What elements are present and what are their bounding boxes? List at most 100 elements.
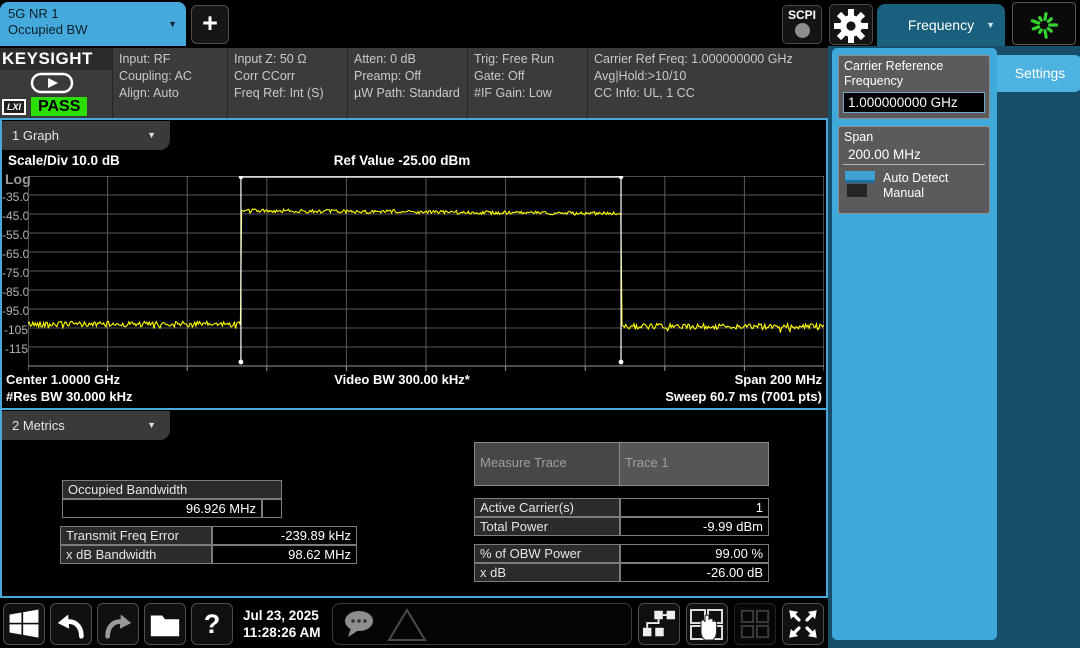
- y-tick-label: -45.0: [2, 209, 28, 223]
- span-annotation: Span 200 MHz: [735, 372, 822, 387]
- fullscreen-button[interactable]: [782, 603, 824, 645]
- help-button[interactable]: ?: [191, 603, 233, 645]
- file-explorer-button[interactable]: [144, 603, 186, 645]
- datetime-display[interactable]: Jul 23, 2025 11:28:26 AM: [243, 607, 321, 641]
- carrier-ref-freq-control[interactable]: Carrier Reference Frequency 1.000000000 …: [838, 55, 990, 119]
- ref-value-annotation: Ref Value -25.00 dBm: [252, 153, 552, 168]
- chat-bubble-icon: [339, 606, 383, 644]
- status-line: Preamp: Off: [354, 68, 467, 85]
- span-value-input[interactable]: 200.00 MHz: [839, 146, 989, 164]
- status-column-atten: Atten: 0 dB Preamp: Off µW Path: Standar…: [347, 48, 467, 118]
- status-line: Input Z: 50 Ω: [234, 51, 347, 68]
- lxi-badge: LXI: [2, 99, 26, 115]
- status-column-trigger: Trig: Free Run Gate: Off #IF Gain: Low: [467, 48, 587, 118]
- status-header: KEYSIGHT LXI PASS Input: RF Coupling: AC…: [0, 48, 828, 118]
- system-settings-button[interactable]: [829, 4, 873, 45]
- status-line: Gate: Off: [474, 68, 587, 85]
- obw-value: 96.926 MHz: [62, 499, 262, 518]
- block-diagram-button[interactable]: [638, 603, 680, 645]
- message-area[interactable]: [332, 603, 632, 645]
- status-line: Atten: 0 dB: [354, 51, 467, 68]
- status-line: Carrier Ref Freq: 1.000000000 GHz: [594, 51, 828, 68]
- toggle-option-manual[interactable]: Manual: [883, 186, 948, 201]
- measurement-mode: 5G NR 1: [8, 6, 178, 22]
- grid-icon: [737, 607, 773, 641]
- graph-window-selector[interactable]: 1 Graph ▼: [2, 121, 170, 150]
- metrics-window-title: 2 Metrics: [12, 418, 65, 433]
- y-tick-label: -55.0: [2, 228, 28, 242]
- frequency-menu-tab[interactable]: Frequency ▼: [877, 4, 1005, 46]
- measurement-busy-button[interactable]: [1012, 2, 1076, 45]
- carrier-ref-freq-input[interactable]: 1.000000000 GHz: [843, 92, 985, 113]
- status-line: Freq Ref: Int (S): [234, 85, 347, 102]
- folder-icon: [147, 607, 183, 641]
- span-input-underline: [843, 164, 985, 165]
- obw-power-pct-label: % of OBW Power: [474, 544, 620, 563]
- sweep-annotation: Sweep 60.7 ms (7001 pts): [665, 389, 822, 404]
- xdb-label: x dB: [474, 563, 620, 582]
- spectrum-plot[interactable]: [28, 176, 824, 372]
- time-text: 11:28:26 AM: [243, 625, 321, 640]
- video-bw-annotation: Video BW 300.00 kHz*: [252, 372, 552, 387]
- right-menu-sidebar: Carrier Reference Frequency 1.000000000 …: [828, 46, 1080, 648]
- windows-logo-icon: [6, 607, 42, 641]
- status-line: Input: RF: [119, 51, 227, 68]
- date-text: Jul 23, 2025: [243, 608, 319, 623]
- span-mode-toggle[interactable]: Auto Detect Manual: [845, 171, 985, 201]
- metrics-window-selector[interactable]: 2 Metrics ▼: [2, 411, 170, 440]
- undo-icon: [53, 607, 89, 641]
- undo-button[interactable]: [50, 603, 92, 645]
- add-measurement-button[interactable]: +: [191, 5, 229, 44]
- res-bw-annotation: #Res BW 30.000 kHz: [6, 389, 132, 404]
- instrument-screen: 5G NR 1 Occupied BW ▼ + SCPI Frequency: [0, 0, 1080, 648]
- redo-button[interactable]: [97, 603, 139, 645]
- scale-div-annotation: Scale/Div 10.0 dB: [8, 153, 120, 168]
- metrics-window[interactable]: 2 Metrics ▼ Occupied Bandwidth 96.926 MH…: [0, 408, 828, 598]
- layout-grid-button[interactable]: [734, 603, 776, 645]
- status-line: CC Info: UL, 1 CC: [594, 85, 828, 102]
- frequency-menu-panel: Carrier Reference Frequency 1.000000000 …: [832, 48, 997, 640]
- taskbar: ? Jul 23, 2025 11:28:26 AM: [0, 600, 828, 648]
- toggle-option-auto[interactable]: Auto Detect: [883, 171, 948, 186]
- status-line: µW Path: Standard: [354, 85, 467, 102]
- chevron-down-icon: ▼: [986, 21, 995, 30]
- status-column-carrier: Carrier Ref Freq: 1.000000000 GHz Avg|Ho…: [587, 48, 828, 118]
- status-line: #IF Gain: Low: [474, 85, 587, 102]
- y-tick-label: -115: [2, 342, 28, 356]
- window-select-hand-icon: [688, 607, 726, 643]
- measurement-tab[interactable]: 5G NR 1 Occupied BW ▼: [0, 2, 186, 46]
- pass-status-badge: PASS: [31, 97, 87, 116]
- xdb-bw-value: 98.62 MHz: [212, 545, 357, 564]
- measurement-name: Occupied BW: [8, 22, 178, 38]
- status-column-impedance: Input Z: 50 Ω Corr CCorr Freq Ref: Int (…: [227, 48, 347, 118]
- measure-trace-label[interactable]: Measure Trace: [474, 442, 620, 486]
- window-select-button[interactable]: [686, 603, 728, 645]
- chevron-down-icon: ▼: [168, 20, 177, 29]
- windows-start-button[interactable]: [3, 603, 45, 645]
- scpi-status-icon: [795, 23, 810, 38]
- measure-trace-value[interactable]: Trace 1: [620, 442, 769, 486]
- top-bar: 5G NR 1 Occupied BW ▼ + SCPI Frequency: [0, 0, 1080, 46]
- busy-spinner-icon: [1025, 6, 1063, 44]
- chevron-down-icon: ▼: [147, 131, 156, 140]
- center-freq-annotation: Center 1.0000 GHz: [6, 372, 120, 387]
- brand-block: KEYSIGHT LXI PASS: [0, 48, 112, 118]
- total-power-label: Total Power: [474, 517, 620, 536]
- single-sweep-icon[interactable]: [30, 72, 74, 99]
- redo-icon: [100, 607, 136, 641]
- frequency-menu-label: Frequency: [908, 17, 974, 33]
- status-line: Trig: Free Run: [474, 51, 587, 68]
- expand-arrows-icon: [785, 607, 821, 641]
- span-label: Span: [839, 127, 989, 146]
- settings-tab[interactable]: Settings: [997, 55, 1080, 92]
- graph-window[interactable]: 1 Graph ▼ Scale/Div 10.0 dB Ref Value -2…: [0, 118, 828, 408]
- obw-power-pct-value: 99.00 %: [620, 544, 769, 563]
- status-line: Corr CCorr: [234, 68, 347, 85]
- xdb-value: -26.00 dB: [620, 563, 769, 582]
- toggle-slider-icon[interactable]: [845, 171, 875, 201]
- gear-icon: [833, 8, 869, 44]
- y-tick-label: -35.0: [2, 190, 28, 204]
- span-control[interactable]: Span 200.00 MHz Auto Detect Manual: [838, 126, 990, 214]
- carrier-ref-freq-label: Carrier Reference Frequency: [839, 56, 989, 90]
- scpi-status-button[interactable]: SCPI: [782, 5, 822, 44]
